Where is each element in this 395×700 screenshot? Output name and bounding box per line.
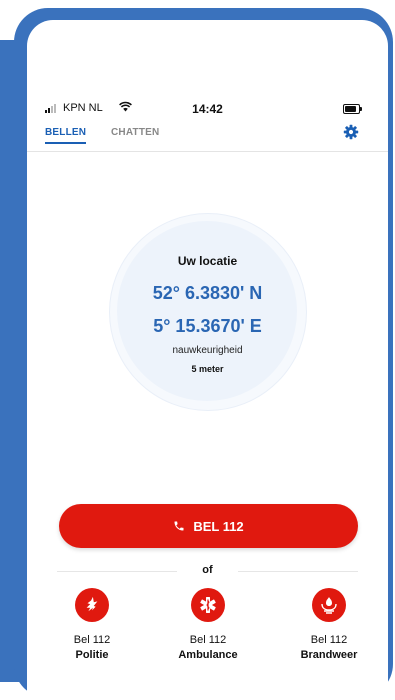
accuracy-label: nauwkeurigheid	[172, 345, 243, 356]
call-fire-brigade-button[interactable]: Bel 112 Brandweer	[284, 588, 374, 661]
fire-brigade-line2: Brandweer	[300, 649, 358, 661]
call-112-button[interactable]: BEL 112	[59, 504, 358, 548]
phone-screen: KPN NL 14:42 BELLEN CHATTEN Uw locatie 5…	[27, 20, 388, 700]
phone-icon	[174, 521, 184, 531]
status-bar: KPN NL 14:42	[27, 100, 388, 118]
fire-brigade-line1: Bel 112	[310, 634, 348, 646]
tab-chatten[interactable]: CHATTEN	[111, 127, 159, 138]
ambulance-star-of-life-icon	[200, 597, 216, 613]
ambulance-line2: Ambulance	[178, 649, 238, 661]
separator-line-right	[238, 571, 358, 572]
police-line2: Politie	[75, 649, 109, 661]
longitude-value: 5° 15.3670' E	[153, 316, 262, 336]
location-title: Uw locatie	[177, 254, 238, 268]
battery-icon	[343, 104, 362, 114]
status-time: 14:42	[192, 102, 223, 116]
fire-brigade-icon	[321, 597, 337, 614]
ambulance-line1: Bel 112	[189, 634, 227, 646]
latitude-value: 52° 6.3830' N	[152, 283, 263, 303]
gear-icon[interactable]	[343, 124, 359, 140]
tab-bar: BELLEN CHATTEN	[27, 121, 388, 152]
or-separator-label: of	[202, 564, 213, 576]
tab-bellen[interactable]: BELLEN	[45, 127, 87, 144]
location-circle	[117, 221, 297, 401]
call-police-button[interactable]: Bel 112 Politie	[47, 588, 137, 661]
accuracy-value: 5 meter	[191, 364, 224, 374]
police-line1: Bel 112	[73, 634, 111, 646]
call-ambulance-button[interactable]: Bel 112 Ambulance	[163, 588, 253, 661]
police-icon	[86, 596, 98, 612]
call-112-label: BEL 112	[193, 518, 244, 534]
